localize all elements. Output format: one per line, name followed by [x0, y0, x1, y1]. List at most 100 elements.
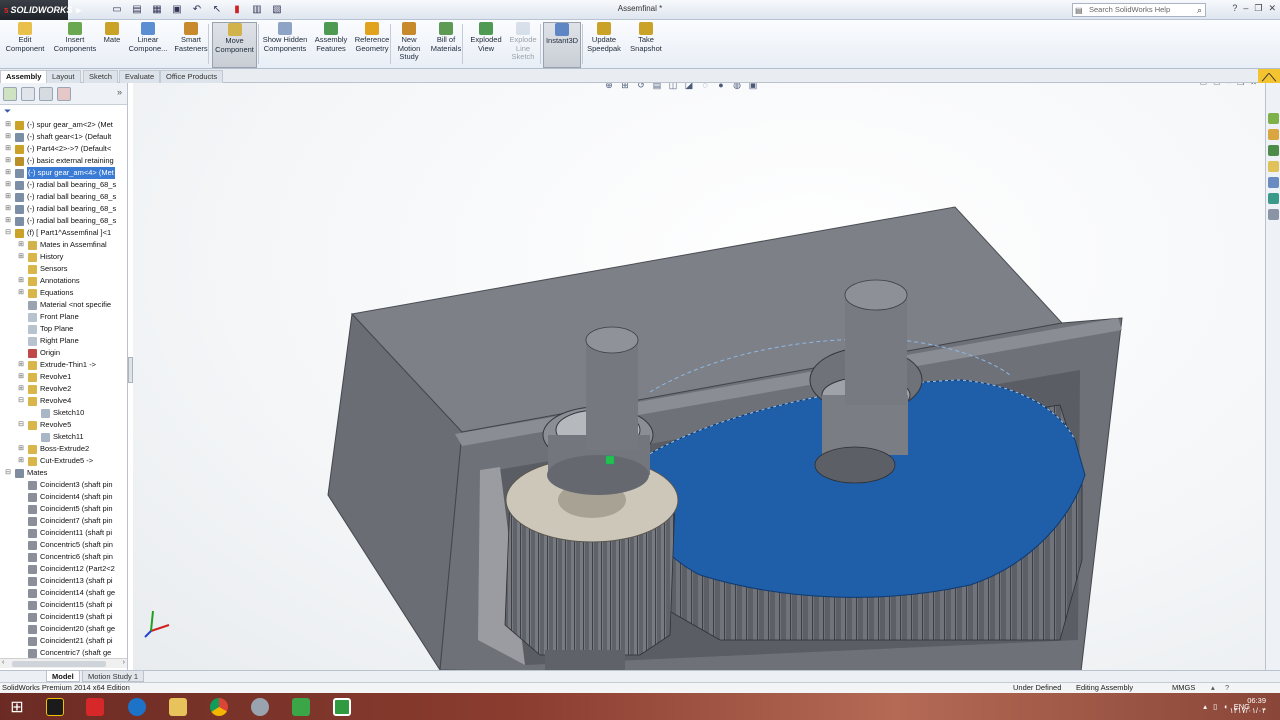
- search-files-icon[interactable]: [1268, 161, 1279, 172]
- ribbon-button-assembly-features[interactable]: Assembly Features: [312, 22, 350, 68]
- expand-icon[interactable]: ⊞: [4, 143, 12, 155]
- solidworks-logo[interactable]: ƽ SOLIDWORKS ▸: [0, 0, 81, 20]
- design-library-icon[interactable]: [1268, 129, 1279, 140]
- tree-item[interactable]: Coincident12 (Part2<2: [0, 563, 124, 575]
- taskbar-app-explorer[interactable]: [163, 695, 193, 718]
- assembly-model[interactable]: [133, 83, 1265, 670]
- expand-icon[interactable]: ⊞: [4, 131, 12, 143]
- minimize-icon[interactable]: –: [1243, 3, 1248, 14]
- expand-icon[interactable]: ⊞: [17, 251, 25, 263]
- tree-item[interactable]: Coincident13 (shaft pi: [0, 575, 124, 587]
- expand-icon[interactable]: ⊞: [17, 359, 25, 371]
- tree-item[interactable]: ⊞ Extrude-Thin1 ->: [0, 359, 124, 371]
- tree-item[interactable]: Coincident3 (shaft pin: [0, 479, 124, 491]
- taskbar-app-camtasia[interactable]: [286, 695, 316, 718]
- tray-expand-icon[interactable]: ▴: [1203, 702, 1207, 711]
- tree-item[interactable]: Coincident5 (shaft pin: [0, 503, 124, 515]
- tree-item[interactable]: Top Plane: [0, 323, 124, 335]
- view-settings-icon[interactable]: ▣: [747, 83, 759, 91]
- expand-icon[interactable]: ⊞: [4, 155, 12, 167]
- tree-item[interactable]: Coincident11 (shaft pi: [0, 527, 124, 539]
- expand-icon[interactable]: ⊞: [17, 383, 25, 395]
- tree-item[interactable]: Sketch10: [0, 407, 124, 419]
- display-manager-tab-icon[interactable]: [57, 87, 71, 101]
- expand-icon[interactable]: ⊞: [17, 287, 25, 299]
- help-icon[interactable]: ?: [1232, 3, 1237, 14]
- tree-item[interactable]: Material <not specifie: [0, 299, 124, 311]
- expand-icon[interactable]: ⊞: [4, 167, 12, 179]
- filter-icon[interactable]: ⏷: [4, 106, 11, 117]
- tree-item[interactable]: Coincident7 (shaft pin: [0, 515, 124, 527]
- configuration-manager-tab-icon[interactable]: [39, 87, 53, 101]
- tree-item[interactable]: ⊟ Revolve5: [0, 419, 124, 431]
- tree-item[interactable]: ⊞ Revolve1: [0, 371, 124, 383]
- tree-item[interactable]: Coincident20 (shaft ge: [0, 623, 124, 635]
- model-tab-model[interactable]: Model: [46, 671, 80, 682]
- expand-icon[interactable]: ⊞: [4, 191, 12, 203]
- options-icon[interactable]: ▧: [270, 3, 284, 17]
- open-folder-icon[interactable]: ▤: [130, 3, 144, 17]
- unit-system[interactable]: MMGS: [1172, 683, 1195, 693]
- tree-item[interactable]: Coincident15 (shaft pi: [0, 599, 124, 611]
- solidworks-resources-icon[interactable]: [1268, 113, 1279, 124]
- display-style-icon[interactable]: ◪: [683, 83, 695, 91]
- expand-panel-icon[interactable]: »: [117, 87, 122, 97]
- tree-item[interactable]: Origin: [0, 347, 124, 359]
- expand-icon[interactable]: ⊞: [4, 119, 12, 131]
- view-palette-icon[interactable]: [1268, 177, 1279, 188]
- new-document-icon[interactable]: ▭: [110, 3, 124, 17]
- tree-item[interactable]: ⊞ Boss-Extrude2: [0, 443, 124, 455]
- model-tab-motion-study-1[interactable]: Motion Study 1: [82, 671, 145, 682]
- tree-item[interactable]: ⊟ (f) [ Part1^Assemfinal ]<1: [0, 227, 124, 239]
- tree-item[interactable]: Right Plane: [0, 335, 124, 347]
- expand-icon[interactable]: ⊞: [17, 371, 25, 383]
- ribbon-button-explode-line[interactable]: Explode Line Sketch: [508, 22, 538, 68]
- print-icon[interactable]: ▦: [150, 3, 164, 17]
- scroll-thumb[interactable]: [12, 661, 106, 667]
- close-icon[interactable]: ✕: [1268, 3, 1276, 14]
- start-button[interactable]: ⊞: [2, 695, 32, 718]
- previous-view-icon[interactable]: ↺: [635, 83, 647, 91]
- tree-item[interactable]: Coincident14 (shaft ge: [0, 587, 124, 599]
- ribbon-button-smart-fasteners[interactable]: Smart Fasteners: [173, 22, 209, 68]
- expand-icon[interactable]: ⊞: [4, 215, 12, 227]
- taskbar-app-chrome[interactable]: [204, 695, 234, 718]
- help-search-input[interactable]: ▤ Search SolidWorks Help ⌕: [1072, 3, 1206, 17]
- file-explorer-icon[interactable]: [1268, 145, 1279, 156]
- zoom-to-fit-icon[interactable]: ⊕: [603, 83, 615, 91]
- ribbon-button-mate[interactable]: Mate: [101, 22, 123, 68]
- taskbar-app-tool[interactable]: [245, 695, 275, 718]
- file-properties-icon[interactable]: ▥: [250, 3, 264, 17]
- ribbon-button-linear-pattern[interactable]: Linear Compone...: [125, 22, 171, 68]
- volume-icon[interactable]: ◖: [1223, 702, 1228, 711]
- tree-item[interactable]: ⊞ (-) radial ball bearing_68_s: [0, 191, 124, 203]
- scroll-left-icon[interactable]: ‹: [2, 659, 4, 666]
- tile-vertical-icon[interactable]: ▭: [1213, 83, 1221, 87]
- edit-appearance-icon[interactable]: ●: [715, 83, 727, 91]
- tree-item[interactable]: ⊞ (-) spur gear_am<2> (Met: [0, 119, 124, 131]
- tile-horizontal-icon[interactable]: ▭: [1200, 83, 1208, 87]
- zoom-to-area-icon[interactable]: ⊞: [619, 83, 631, 91]
- undo-icon[interactable]: ↶: [190, 3, 204, 17]
- collapse-icon[interactable]: ⊟: [17, 395, 25, 407]
- feature-manager-tab-icon[interactable]: [3, 87, 17, 101]
- taskbar-app-archicad[interactable]: [40, 695, 70, 718]
- tree-item[interactable]: Coincident21 (shaft pi: [0, 635, 124, 647]
- view-orientation-icon[interactable]: ◫: [667, 83, 679, 91]
- ribbon-button-speedpak[interactable]: Update Speedpak: [585, 22, 623, 68]
- tree-item[interactable]: ⊞ (-) basic external retaining: [0, 155, 124, 167]
- tab-assembly[interactable]: Assembly: [0, 70, 48, 83]
- expand-icon[interactable]: ⊞: [17, 443, 25, 455]
- tree-item[interactable]: ⊟ Mates: [0, 467, 124, 479]
- hide-show-items-icon[interactable]: ◌: [699, 83, 711, 91]
- taskbar-app-recorder[interactable]: [327, 695, 357, 718]
- section-view-icon[interactable]: ▤: [651, 83, 663, 91]
- collapse-icon[interactable]: ⊟: [17, 419, 25, 431]
- collapse-icon[interactable]: ⊟: [4, 227, 12, 239]
- expand-icon[interactable]: ⊞: [4, 203, 12, 215]
- expand-icon[interactable]: ⊞: [17, 455, 25, 467]
- save-icon[interactable]: ▣: [170, 3, 184, 17]
- tree-item[interactable]: ⊞ (-) shaft gear<1> (Default: [0, 131, 124, 143]
- tree-item[interactable]: ⊞ (-) radial ball bearing_68_s: [0, 203, 124, 215]
- tree-item[interactable]: ⊞ (-) radial ball bearing_68_s: [0, 179, 124, 191]
